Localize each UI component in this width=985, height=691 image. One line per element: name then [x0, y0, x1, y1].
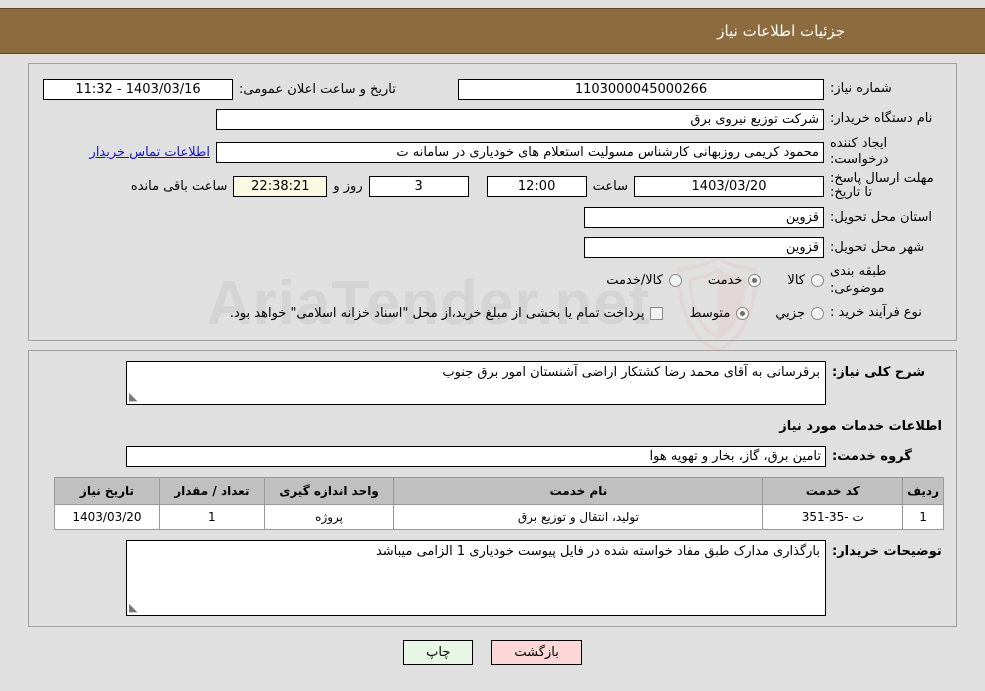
hour-label: ساعت [592, 178, 628, 194]
col-quantity: تعداد / مقدار [158, 476, 265, 505]
deadline-hour-field[interactable]: 12:00 [486, 175, 587, 197]
process-radio-group: جزیي متوسط پرداخت تمام یا بخشی از مبلغ خ… [230, 306, 824, 321]
back-button[interactable]: بازگشت [491, 639, 582, 665]
need-info-panel: شماره نیاز: 1103000045000266 تاریخ و ساع… [28, 63, 957, 341]
col-service-name: نام خدمت [393, 476, 764, 505]
radio-icon[interactable] [811, 274, 824, 288]
countdown-label: ساعت باقی مانده [130, 178, 228, 194]
buyer-org-label: نام دستگاه خریدار: [830, 111, 933, 127]
process-option-motavasset[interactable]: متوسط [689, 305, 750, 321]
row-buyer-org: نام دستگاه خریدار: شرکت توزیع نیروی برق [43, 106, 942, 133]
services-table: ردیف کد خدمت نام خدمت واحد اندازه گیری ت… [54, 476, 944, 530]
print-button[interactable]: چاپ [403, 639, 474, 665]
row-process-type: نوع فرآیند خرید : جزیي متوسط پرداخت تمام… [43, 300, 942, 327]
radio-icon[interactable] [748, 274, 762, 288]
table-header-row: ردیف کد خدمت نام خدمت واحد اندازه گیری ت… [54, 476, 944, 505]
creator-label: ایجاد کننده درخواست: [830, 136, 889, 168]
services-section-title: اطلاعات خدمات مورد نیاز [779, 418, 942, 434]
process-option-jozii[interactable]: جزیي [775, 306, 824, 321]
announce-label: تاریخ و ساعت اعلان عمومی: [239, 82, 396, 97]
province-field[interactable]: قزوین [584, 207, 824, 229]
page-title: جزئیات اطلاعات نیاز [717, 22, 845, 40]
footer-actions: بازگشت چاپ [0, 639, 985, 665]
announce-date-field[interactable]: 1403/03/16 - 11:32 [43, 79, 233, 100]
resize-grip-icon[interactable]: ◢ [129, 390, 137, 403]
deadline-label: مهلت ارسال پاسخ: تا تاریخ: [830, 170, 934, 201]
radio-icon[interactable] [736, 306, 750, 320]
cell-quantity: 1 [158, 503, 265, 530]
category-label: طبقه بندی موضوعی: [830, 264, 887, 296]
row-creator: ایجاد کننده درخواست: محمود کریمی روزبهان… [43, 136, 942, 169]
buyer-org-field[interactable]: شرکت توزیع نیروی برق [216, 109, 824, 130]
services-panel: شرح کلی نیاز: برقرسانی به آقای محمد رضا … [28, 349, 957, 627]
row-category: طبقه بندی موضوعی: کالا خدمت کالا/خدمت [43, 264, 942, 297]
process-option-label: جزیي [775, 305, 805, 321]
cell-need-date: 1403/03/20 [54, 503, 160, 530]
checkbox-icon[interactable] [650, 306, 664, 320]
need-desc-textarea[interactable]: برقرسانی به آقای محمد رضا کشتکار اراضی آ… [126, 360, 826, 405]
buyer-notes-value: بارگذاری مدارک طبق مفاد خواسته شده در فا… [375, 543, 820, 559]
service-group-label: گروه خدمت: [832, 448, 912, 464]
col-unit: واحد اندازه گیری [263, 476, 395, 505]
category-radio-group: کالا خدمت کالا/خدمت [606, 273, 824, 288]
buyer-notes-textarea[interactable]: بارگذاری مدارک طبق مفاد خواسته شده در فا… [126, 539, 826, 616]
row-city: شهر محل تحویل: قزوین [43, 234, 942, 261]
page-root: 🛡 AriaTender.net جزئیات اطلاعات نیاز شما… [0, 8, 985, 691]
category-option-kala-khedmat[interactable]: کالا/خدمت [606, 273, 682, 288]
cell-service-code: ت -35-351 [762, 503, 904, 530]
col-service-code: کد خدمت [762, 476, 904, 505]
cell-service-name: تولید، انتقال و توزیع برق [393, 503, 764, 530]
remaining-days-field[interactable]: 3 [368, 175, 469, 197]
category-option-kala[interactable]: کالا [787, 273, 824, 288]
resize-grip-icon[interactable]: ◢ [129, 601, 137, 614]
creator-field[interactable]: محمود کریمی روزبهانی کارشناس مسولیت استع… [216, 141, 824, 163]
deadline-date-field[interactable]: 1403/03/20 [634, 175, 824, 197]
buyer-contact-link[interactable]: اطلاعات تماس خریدار [84, 145, 216, 160]
city-label: شهر محل تحویل: [830, 239, 925, 255]
row-need-number: شماره نیاز: 1103000045000266 تاریخ و ساع… [43, 76, 942, 103]
need-number-field[interactable]: 1103000045000266 [458, 79, 824, 100]
radio-icon[interactable] [668, 274, 682, 288]
service-group-field[interactable]: تامین برق، گاز، بخار و تهویه هوا [126, 445, 826, 467]
countdown-field: 22:38:21 [233, 175, 328, 197]
need-desc-value: برقرسانی به آقای محمد رضا کشتکار اراضی آ… [442, 364, 820, 380]
need-desc-label: شرح کلی نیاز: [832, 364, 926, 380]
table-row: 1 ت -35-351 تولید، انتقال و توزیع برق پر… [54, 503, 944, 530]
cell-radif: 1 [902, 503, 944, 530]
treasury-checkbox-item[interactable]: پرداخت تمام یا بخشی از مبلغ خرید،از محل … [230, 306, 664, 321]
days-label: روز و [333, 178, 363, 194]
category-option-label: کالا/خدمت [606, 273, 663, 289]
row-province: استان محل تحویل: قزوین [43, 204, 942, 231]
category-option-khedmat[interactable]: خدمت [708, 273, 762, 288]
category-option-label: خدمت [707, 273, 743, 289]
col-need-date: تاریخ نیاز [54, 476, 160, 505]
buyer-notes-label: توضیحات خریدار: [832, 543, 942, 559]
process-label: نوع فرآیند خرید : [830, 305, 922, 321]
category-option-label: کالا [787, 273, 805, 289]
row-deadline: مهلت ارسال پاسخ: تا تاریخ: 1403/03/20 سا… [43, 170, 942, 202]
radio-icon[interactable] [811, 306, 824, 320]
treasury-text: پرداخت تمام یا بخشی از مبلغ خرید،از محل … [229, 305, 645, 321]
process-option-label: متوسط [689, 305, 731, 321]
cell-unit: پروژه [263, 503, 395, 530]
row-need-description: شرح کلی نیاز: برقرسانی به آقای محمد رضا … [41, 360, 944, 405]
province-label: استان محل تحویل: [830, 209, 932, 225]
need-number-label: شماره نیاز: [830, 81, 892, 97]
city-field[interactable]: قزوین [584, 237, 824, 259]
col-radif: ردیف [902, 476, 944, 505]
page-header: جزئیات اطلاعات نیاز [0, 8, 985, 54]
row-buyer-notes: توضیحات خریدار: بارگذاری مدارک طبق مفاد … [41, 539, 944, 616]
row-service-group: گروه خدمت: تامین برق، گاز، بخار و تهویه … [41, 445, 944, 467]
